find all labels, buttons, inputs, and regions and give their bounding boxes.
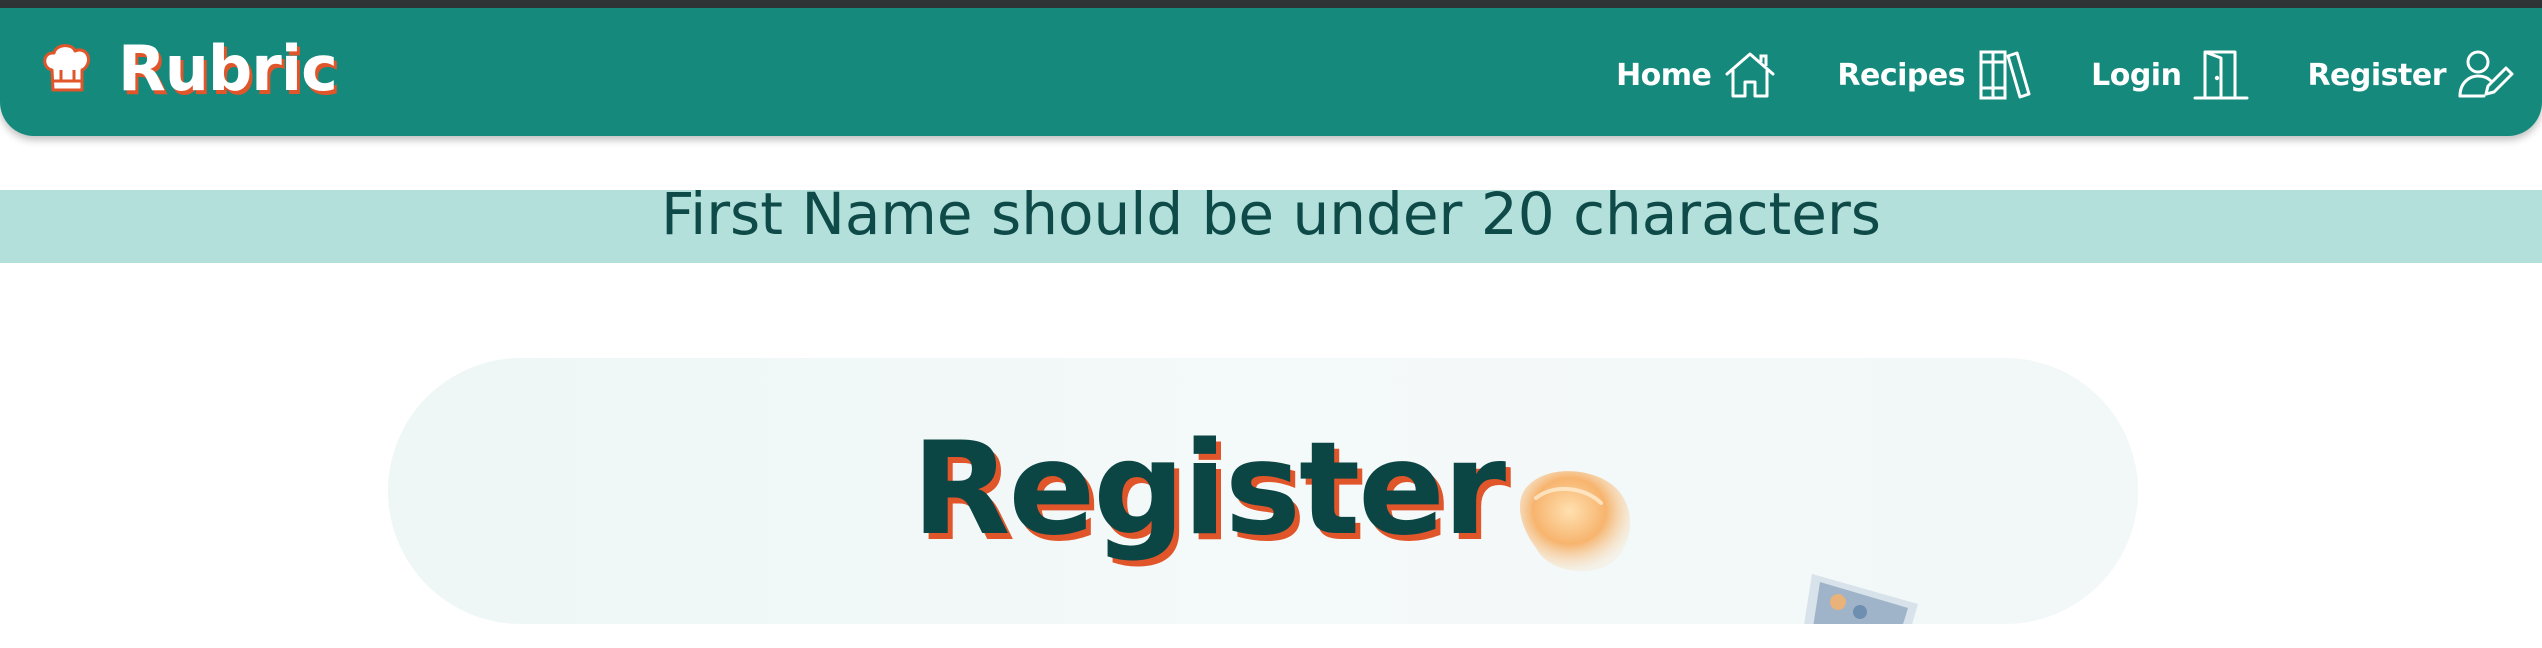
nav-login-label: Login [2091,57,2182,93]
nav-recipes-label: Recipes [1837,57,1966,93]
house-icon [1725,52,1775,98]
user-edit-icon [2458,50,2514,98]
register-hero: Register [388,358,2138,624]
door-icon [2193,50,2249,100]
window-top-strip [0,0,2542,8]
nav-home[interactable]: Home [1616,48,1779,102]
brand-name: Rubric [118,32,338,105]
validation-alert: First Name should be under 20 characters [0,185,2542,263]
alert-message: First Name should be under 20 characters [660,180,1882,248]
books-icon [1979,50,2031,100]
navbar: Rubric Home Recipes Login Register [0,8,2542,136]
brand-link[interactable]: Rubric [38,32,338,105]
nav-recipes[interactable]: Recipes [1837,48,2033,102]
nav-register[interactable]: Register [2307,48,2514,102]
nav-login[interactable]: Login [2091,48,2249,102]
main-nav: Home Recipes Login Register [1558,48,2514,102]
chef-hat-icon [43,44,90,92]
nav-home-label: Home [1616,57,1712,93]
photo-decoration [1804,574,1918,624]
nav-register-label: Register [2307,57,2446,93]
page-title: Register [911,415,1506,564]
